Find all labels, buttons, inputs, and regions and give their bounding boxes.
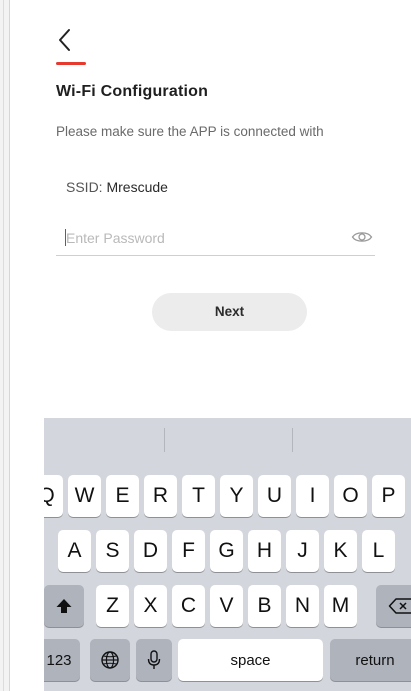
- microphone-icon: [147, 650, 161, 669]
- header-accent-bar: [56, 62, 86, 65]
- key-k[interactable]: K: [324, 530, 357, 572]
- key-m[interactable]: M: [324, 585, 357, 627]
- key-z[interactable]: Z: [96, 585, 129, 627]
- key-h[interactable]: H: [248, 530, 281, 572]
- key-d[interactable]: D: [134, 530, 167, 572]
- instruction-text: Please make sure the APP is connected wi…: [56, 124, 324, 139]
- key-o[interactable]: O: [334, 475, 367, 517]
- left-edge: [0, 0, 10, 691]
- shift-icon: [56, 599, 72, 613]
- key-b[interactable]: B: [248, 585, 281, 627]
- key-x[interactable]: X: [134, 585, 167, 627]
- key-q[interactable]: Q: [44, 475, 63, 517]
- page-title: Wi-Fi Configuration: [56, 83, 209, 100]
- key-v[interactable]: V: [210, 585, 243, 627]
- password-input[interactable]: [66, 227, 336, 249]
- return-key[interactable]: return: [330, 639, 411, 681]
- key-r[interactable]: R: [144, 475, 177, 517]
- key-e[interactable]: E: [106, 475, 139, 517]
- dictation-key[interactable]: [136, 639, 172, 681]
- ssid-row: SSID: Mrescude: [66, 179, 168, 195]
- key-w[interactable]: W: [68, 475, 101, 517]
- globe-key[interactable]: [90, 639, 130, 681]
- password-field[interactable]: [56, 224, 375, 256]
- key-n[interactable]: N: [286, 585, 319, 627]
- back-button[interactable]: [54, 26, 80, 54]
- delete-key[interactable]: [376, 585, 411, 627]
- key-u[interactable]: U: [258, 475, 291, 517]
- key-a[interactable]: A: [58, 530, 91, 572]
- key-s[interactable]: S: [96, 530, 129, 572]
- key-p[interactable]: P: [372, 475, 405, 517]
- key-t[interactable]: T: [182, 475, 215, 517]
- key-j[interactable]: J: [286, 530, 319, 572]
- key-i[interactable]: I: [296, 475, 329, 517]
- key-g[interactable]: G: [210, 530, 243, 572]
- numbers-key[interactable]: 123: [44, 639, 80, 681]
- shift-key[interactable]: [44, 585, 84, 627]
- ssid-label: SSID:: [66, 179, 103, 195]
- key-c[interactable]: C: [172, 585, 205, 627]
- globe-icon: [101, 651, 119, 669]
- key-y[interactable]: Y: [220, 475, 253, 517]
- eye-icon[interactable]: [351, 229, 373, 245]
- ssid-value: Mrescude: [106, 179, 168, 195]
- ios-keyboard: Q W E R T Y U I O P A S D F G H J K L Z …: [44, 418, 411, 691]
- key-f[interactable]: F: [172, 530, 205, 572]
- key-l[interactable]: L: [362, 530, 395, 572]
- suggestion-bar: [44, 418, 411, 462]
- backspace-icon: [388, 598, 411, 614]
- next-button[interactable]: Next: [152, 293, 307, 331]
- chevron-left-icon: [59, 29, 70, 51]
- space-key[interactable]: space: [178, 639, 323, 681]
